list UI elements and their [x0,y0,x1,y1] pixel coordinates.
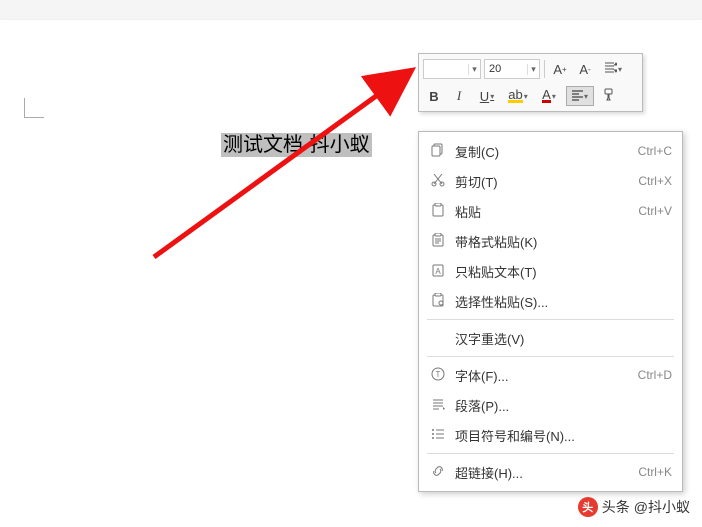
chevron-down-icon: ▾ [527,64,539,75]
link-icon [427,464,449,481]
line-spacing-icon [604,61,617,77]
para-icon [427,397,449,414]
menu-item-shortcut: Ctrl+D [638,368,672,382]
menu-item[interactable]: 选择性粘贴(S)... [419,286,682,316]
menu-item[interactable]: 段落(P)... [419,390,682,420]
format-painter-icon [602,88,615,104]
menu-item[interactable]: 汉字重选(V) [419,323,682,353]
chevron-down-icon: ▾ [524,92,528,101]
line-spacing-button[interactable]: ▾ [599,59,627,79]
pastetxt-icon: A [427,263,449,280]
menu-item-label: 选择性粘贴(S)... [449,292,672,311]
menu-item-label: 超链接(H)... [449,463,638,482]
selected-text[interactable]: 测试文档-抖小蚁 [221,133,372,157]
cut-icon [427,173,449,190]
menu-item-shortcut: Ctrl+X [638,174,672,188]
menu-item[interactable]: 项目符号和编号(N)... [419,420,682,450]
chevron-down-icon: ▾ [618,65,622,74]
menu-item[interactable]: T 字体(F)...Ctrl+D [419,360,682,390]
menu-item-label: 带格式粘贴(K) [449,232,672,251]
menu-item[interactable]: 超链接(H)...Ctrl+K [419,457,682,487]
highlight-button[interactable]: ab ▾ [504,86,532,106]
chevron-down-icon: ▾ [490,92,494,101]
menu-item-label: 段落(P)... [449,396,672,415]
menu-item-label: 复制(C) [449,142,638,161]
menu-divider [427,453,674,454]
separator [544,60,545,78]
align-icon [572,89,583,104]
chevron-down-icon: ▾ [468,64,480,75]
decrease-font-button[interactable]: A- [574,59,596,79]
menu-item[interactable]: 剪切(T)Ctrl+X [419,166,682,196]
svg-text:T: T [436,370,441,379]
chevron-down-icon: ▾ [552,92,556,101]
font-color-icon: A [542,90,551,103]
menu-divider [427,319,674,320]
menu-item[interactable]: 复制(C)Ctrl+C [419,136,682,166]
context-menu: 复制(C)Ctrl+C剪切(T)Ctrl+X粘贴Ctrl+V带格式粘贴(K)A只… [418,131,683,492]
menu-item-label: 粘贴 [449,202,638,221]
font-size-combo[interactable]: 20 ▾ [484,59,540,79]
chevron-down-icon: ▾ [584,92,588,101]
font-size-value: 20 [485,63,527,75]
watermark: 头 头条 @抖小蚁 [578,497,690,517]
menu-item-shortcut: Ctrl+K [638,465,672,479]
menu-item-label: 汉字重选(V) [449,329,672,348]
watermark-logo-icon: 头 [578,497,598,517]
font-icon: T [427,367,449,384]
menu-item-label: 项目符号和编号(N)... [449,426,672,445]
svg-text:A: A [435,267,441,276]
pastespc-icon [427,293,449,310]
page-corner-marker [24,98,44,118]
bold-button[interactable]: B [423,86,445,106]
watermark-author: @抖小蚁 [634,497,690,517]
watermark-prefix: 头条 [602,497,630,517]
highlight-icon: ab [508,90,522,103]
menu-item-shortcut: Ctrl+V [638,204,672,218]
menu-item[interactable]: A 只粘贴文本(T) [419,256,682,286]
pastefmt-icon [427,233,449,250]
menu-item[interactable]: 带格式粘贴(K) [419,226,682,256]
menu-item-label: 字体(F)... [449,366,638,385]
copy-icon [427,143,449,160]
bullets-icon [427,427,449,444]
menu-divider [427,356,674,357]
align-button[interactable]: ▾ [566,86,594,106]
increase-font-button[interactable]: A+ [549,59,571,79]
menu-item-label: 只粘贴文本(T) [449,262,672,281]
mini-toolbar: ▾ 20 ▾ A+ A- ▾ B I U▾ ab ▾ A [418,53,643,112]
italic-button[interactable]: I [448,86,470,106]
font-name-combo[interactable]: ▾ [423,59,481,79]
paste-icon [427,203,449,220]
menu-item-label: 剪切(T) [449,172,638,191]
font-color-button[interactable]: A ▾ [535,86,563,106]
menu-item-shortcut: Ctrl+C [638,144,672,158]
format-painter-button[interactable] [597,86,619,106]
menu-item[interactable]: 粘贴Ctrl+V [419,196,682,226]
underline-button[interactable]: U▾ [473,86,501,106]
